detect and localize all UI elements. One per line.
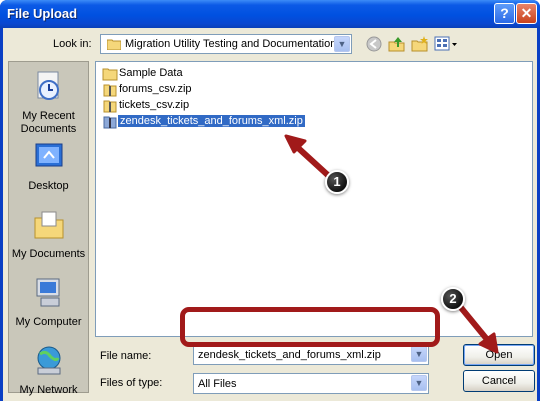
- file-list[interactable]: Sample Data forums_csv.zip tickets_csv.z…: [95, 61, 533, 337]
- desktop-icon: [35, 143, 62, 167]
- place-my-documents[interactable]: My Documents: [9, 208, 88, 261]
- my-network-icon: [37, 346, 60, 375]
- callout-2: 2: [441, 287, 465, 311]
- my-computer-icon: [36, 278, 59, 307]
- files-of-type-dropdown[interactable]: All Files ▼: [193, 373, 429, 394]
- chevron-down-icon[interactable]: ▼: [411, 375, 427, 391]
- file-name-value: zendesk_tickets_and_forums_xml.zip: [198, 349, 381, 361]
- place-label: My Documents: [11, 248, 86, 260]
- file-name-label: File name:: [100, 350, 152, 362]
- place-my-recent-documents[interactable]: My Recent Documents: [9, 70, 88, 136]
- place-desktop[interactable]: Desktop: [9, 140, 88, 193]
- cancel-button[interactable]: Cancel: [463, 370, 535, 392]
- look-in-value: Migration Utility Testing and Documentat…: [125, 38, 337, 50]
- files-of-type-value: All Files: [198, 378, 237, 390]
- places-bar: My Recent Documents Desktop My Documents: [8, 61, 89, 396]
- up-folder-icon[interactable]: [388, 36, 406, 52]
- place-label: My Network: [19, 384, 78, 396]
- place-my-computer[interactable]: My Computer: [9, 276, 88, 329]
- title-bar[interactable]: File Upload ? ✕: [0, 0, 540, 28]
- my-documents-icon: [34, 211, 63, 239]
- new-folder-icon[interactable]: [411, 36, 429, 52]
- help-icon: ?: [500, 5, 509, 21]
- back-icon[interactable]: [365, 36, 383, 52]
- file-name: Sample Data: [119, 67, 183, 79]
- folder-icon: [102, 68, 118, 81]
- zip-file-icon: [103, 100, 117, 113]
- place-label: My Computer: [15, 316, 82, 328]
- recent-documents-icon: [37, 71, 59, 100]
- file-name: forums_csv.zip: [119, 83, 192, 95]
- place-label: Desktop: [28, 180, 69, 192]
- callout-1: 1: [325, 170, 349, 194]
- chevron-down-icon[interactable]: ▼: [411, 346, 427, 362]
- place-label: My Recent Documents: [20, 110, 77, 135]
- help-button[interactable]: ?: [494, 3, 515, 24]
- close-button[interactable]: ✕: [516, 3, 537, 24]
- file-name-input[interactable]: zendesk_tickets_and_forums_xml.zip ▼: [193, 344, 429, 365]
- look-in-label: Look in:: [53, 38, 92, 50]
- chevron-down-icon[interactable]: ▼: [334, 36, 350, 52]
- files-of-type-label: Files of type:: [100, 377, 163, 389]
- folder-icon: [107, 39, 121, 50]
- open-button[interactable]: Open: [463, 344, 535, 366]
- zip-file-icon: [103, 116, 117, 129]
- look-in-dropdown[interactable]: Migration Utility Testing and Documentat…: [100, 34, 352, 54]
- file-name: tickets_csv.zip: [119, 99, 190, 111]
- window-title: File Upload: [7, 6, 78, 21]
- close-icon: ✕: [520, 5, 533, 21]
- place-my-network[interactable]: My Network: [9, 344, 88, 397]
- views-menu-icon[interactable]: [434, 36, 458, 52]
- zip-file-icon: [103, 84, 117, 97]
- file-name-highlight: [180, 307, 440, 347]
- file-name: zendesk_tickets_and_forums_xml.zip: [118, 115, 305, 127]
